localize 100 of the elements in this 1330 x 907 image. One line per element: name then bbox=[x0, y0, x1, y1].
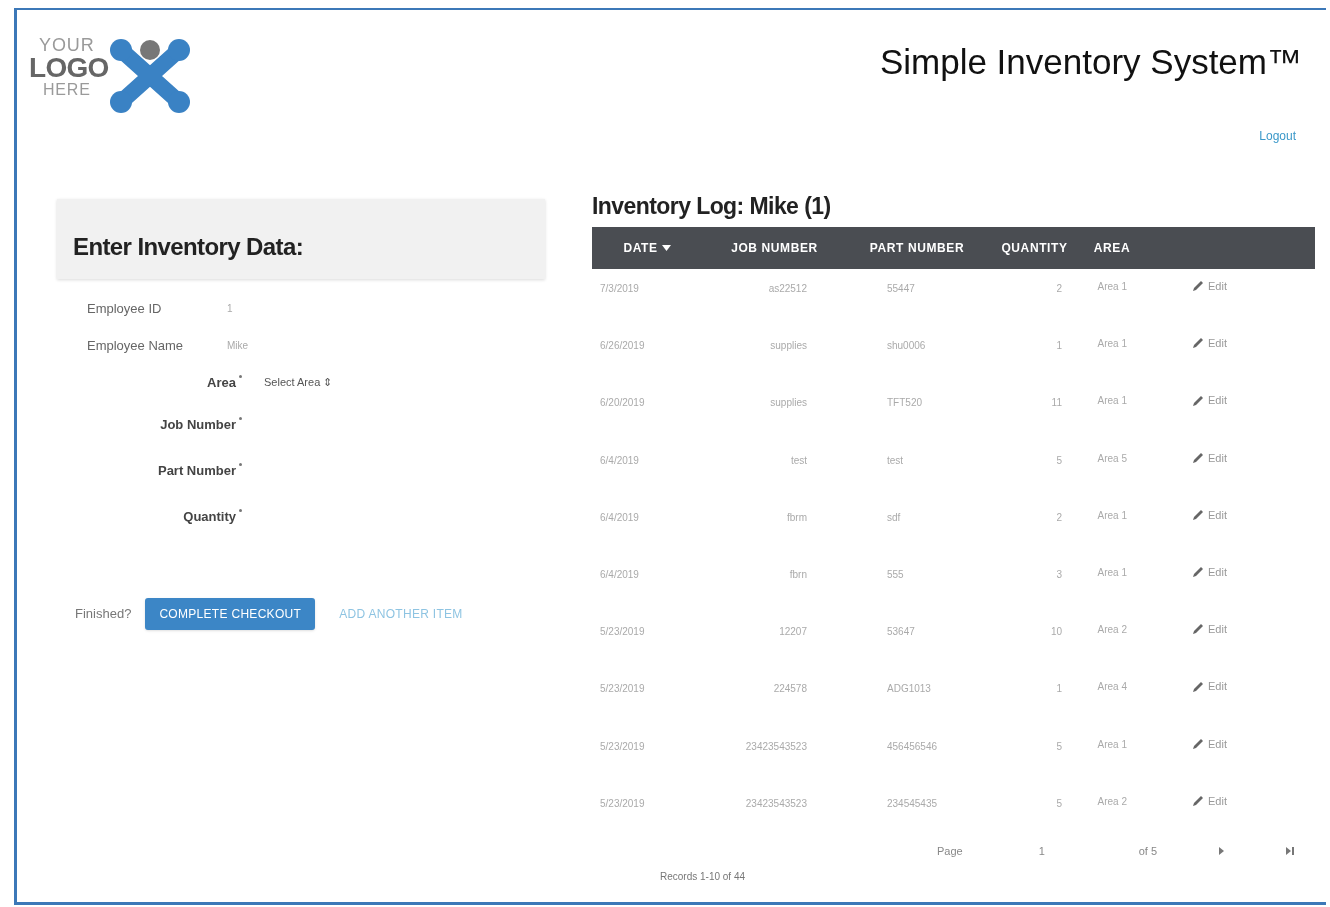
finished-text: Finished? bbox=[75, 604, 132, 623]
table-cell-text: Area 1 bbox=[1097, 508, 1127, 523]
table-cell-text: 11 bbox=[1051, 396, 1062, 411]
table-cell-text: 234545435 bbox=[887, 796, 938, 811]
table-cell-text: 224578 bbox=[773, 682, 807, 697]
column-header[interactable]: AREA bbox=[1082, 239, 1142, 257]
edit-button[interactable]: Edit bbox=[1192, 335, 1227, 352]
records-count: Records 1-10 of 44 bbox=[660, 870, 747, 885]
logo-text: LOGO bbox=[29, 54, 109, 82]
column-header[interactable]: QUANTITY bbox=[987, 239, 1082, 257]
table-cell-text: Area 2 bbox=[1097, 623, 1127, 638]
table-cell-text: 5/23/2019 bbox=[600, 796, 645, 811]
area-select[interactable]: Select Area ⇕ bbox=[264, 374, 333, 391]
table-cell-text: supplies bbox=[770, 339, 807, 354]
page-count: of 5 bbox=[1138, 843, 1158, 859]
form-title: Enter Inventory Data: bbox=[73, 231, 304, 262]
edit-button[interactable]: Edit bbox=[1192, 563, 1227, 581]
pencil-icon bbox=[1192, 509, 1204, 521]
edit-button[interactable]: Edit bbox=[1192, 392, 1227, 409]
edit-button[interactable]: Edit bbox=[1192, 621, 1227, 638]
table-cell-text: 1 bbox=[1056, 682, 1062, 697]
complete-checkout-button[interactable]: COMPLETE CHECKOUT bbox=[145, 597, 316, 630]
sort-caret-icon bbox=[661, 245, 671, 251]
column-header[interactable]: JOB NUMBER bbox=[702, 239, 847, 257]
app-title: Simple Inventory System™ bbox=[879, 41, 1302, 83]
column-header[interactable]: PART NUMBER bbox=[847, 239, 987, 257]
table-cell-text: 5/23/2019 bbox=[600, 739, 645, 754]
field-value: Mike bbox=[227, 339, 249, 353]
table-cell-text: sdf bbox=[887, 510, 901, 525]
pencil-icon bbox=[1192, 451, 1204, 464]
last-page-icon[interactable] bbox=[1286, 847, 1295, 856]
table-cell-text: 5 bbox=[1056, 796, 1062, 811]
field-label: Area bbox=[207, 373, 236, 392]
table-cell-text: 555 bbox=[887, 567, 904, 582]
pencil-icon bbox=[1192, 737, 1204, 750]
pencil-icon bbox=[1192, 680, 1204, 693]
table-cell-text: supplies bbox=[770, 396, 807, 411]
add-another-item-link[interactable]: ADD ANOTHER ITEM bbox=[339, 604, 463, 623]
logo-x-icon bbox=[107, 38, 193, 114]
field-label: Quantity bbox=[183, 507, 236, 526]
table-cell-text: 6/4/2019 bbox=[600, 453, 639, 468]
pencil-icon bbox=[1192, 566, 1204, 579]
field-label: Employee Name bbox=[86, 337, 185, 355]
edit-button[interactable]: Edit bbox=[1192, 278, 1227, 295]
table-cell-text: as22512 bbox=[768, 282, 807, 296]
pencil-icon bbox=[1192, 337, 1204, 350]
table-cell-text: Area 1 bbox=[1097, 280, 1127, 294]
table-cell-text: 3 bbox=[1056, 567, 1062, 582]
table-cell-text: 1 bbox=[1056, 339, 1062, 354]
table-cell-text: test bbox=[790, 453, 807, 468]
table-cell-text: 7/3/2019 bbox=[600, 282, 639, 296]
table-cell-text: 55447 bbox=[887, 282, 915, 296]
table-cell-text: 6/4/2019 bbox=[600, 567, 639, 582]
next-page-icon[interactable] bbox=[1219, 847, 1225, 856]
table-cell-text: 6/4/2019 bbox=[600, 510, 639, 525]
table-cell-text: 456456546 bbox=[887, 739, 938, 754]
table-cell-text: Area 1 bbox=[1097, 337, 1127, 352]
edit-button[interactable]: Edit bbox=[1192, 506, 1227, 524]
table-cell-text: 23423543523 bbox=[745, 796, 807, 811]
table-cell-text: Area 4 bbox=[1097, 680, 1127, 695]
table-cell-text: Area 1 bbox=[1097, 394, 1127, 409]
table-cell-text: 5/23/2019 bbox=[600, 625, 645, 640]
table-cell-text: fbrn bbox=[789, 567, 807, 582]
column-header[interactable]: DATE bbox=[592, 239, 702, 257]
table-cell-text: Area 2 bbox=[1097, 794, 1127, 809]
table-cell-text: Area 1 bbox=[1097, 565, 1127, 580]
page-input[interactable]: 1 bbox=[1038, 842, 1069, 860]
table-cell-text: shu0006 bbox=[887, 339, 926, 354]
logo-text: YOUR bbox=[39, 36, 96, 54]
table-cell-text: 12207 bbox=[779, 625, 807, 640]
pencil-icon bbox=[1192, 394, 1204, 407]
table-cell-text: ADG1013 bbox=[887, 682, 931, 697]
field-label: Part Number bbox=[157, 461, 236, 480]
logo-text: HERE bbox=[43, 82, 92, 98]
field-label: Job Number bbox=[160, 415, 236, 434]
table-cell-text: Area 5 bbox=[1097, 451, 1127, 466]
edit-button[interactable]: Edit bbox=[1192, 792, 1227, 810]
table-cell-text: test bbox=[887, 453, 904, 468]
table-cell-text: 5 bbox=[1056, 453, 1062, 468]
table-cell-text: 10 bbox=[1050, 625, 1062, 640]
field-value: 1 bbox=[227, 301, 233, 316]
edit-button[interactable]: Edit bbox=[1192, 678, 1227, 695]
table-cell-text: 6/20/2019 bbox=[600, 396, 645, 411]
table-cell-text: 23423543523 bbox=[745, 739, 807, 754]
table-cell-text: fbrm bbox=[787, 510, 807, 525]
log-title: Inventory Log: Mike (1) bbox=[592, 191, 832, 221]
table-cell-text: 2 bbox=[1056, 282, 1062, 296]
table-cell-text: 5 bbox=[1056, 739, 1062, 754]
table-cell-text: 53647 bbox=[887, 625, 915, 640]
edit-button[interactable]: Edit bbox=[1192, 449, 1227, 467]
table-cell-text: TFT520 bbox=[887, 396, 922, 411]
table-cell-text: 5/23/2019 bbox=[600, 682, 645, 697]
edit-button[interactable]: Edit bbox=[1192, 735, 1227, 752]
pencil-icon bbox=[1192, 280, 1204, 293]
field-label: Employee ID bbox=[86, 299, 163, 318]
logout-link[interactable]: Logout bbox=[1259, 126, 1296, 145]
table-cell-text: 6/26/2019 bbox=[600, 339, 645, 354]
table-cell-text: 2 bbox=[1056, 510, 1062, 525]
pencil-icon bbox=[1192, 623, 1204, 636]
table-cell-text: Area 1 bbox=[1097, 737, 1127, 752]
